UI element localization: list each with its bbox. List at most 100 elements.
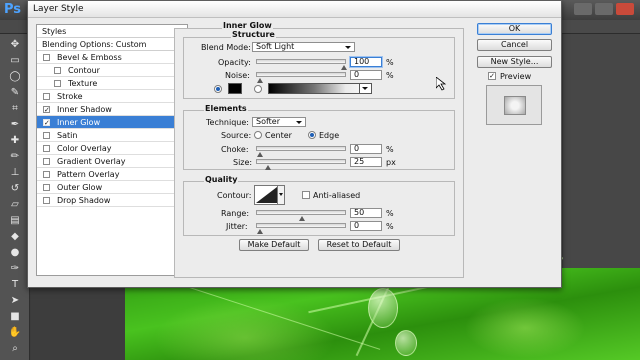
- style-checkbox[interactable]: [43, 132, 50, 139]
- style-checkbox[interactable]: [43, 54, 50, 61]
- noise-input[interactable]: 0: [350, 70, 382, 80]
- choke-slider-thumb[interactable]: [257, 152, 263, 157]
- choke-unit: %: [386, 145, 394, 154]
- choke-slider[interactable]: [256, 146, 346, 157]
- eyedropper-icon[interactable]: ✒: [6, 118, 24, 132]
- style-item-label: Stroke: [57, 92, 83, 101]
- dodge-icon[interactable]: ●: [6, 246, 24, 260]
- window-controls: [574, 3, 634, 15]
- size-slider-thumb[interactable]: [265, 165, 272, 170]
- stamp-icon[interactable]: ⊥: [6, 166, 24, 180]
- style-item-texture[interactable]: Texture: [37, 77, 187, 90]
- style-item-stroke[interactable]: Stroke: [37, 90, 187, 103]
- jitter-input[interactable]: 0: [350, 221, 382, 231]
- style-item-outer-glow[interactable]: Outer Glow: [37, 181, 187, 194]
- gradient-dropdown[interactable]: [359, 84, 371, 93]
- style-checkbox[interactable]: [54, 80, 61, 87]
- style-item-satin[interactable]: Satin: [37, 129, 187, 142]
- crop-icon[interactable]: ⌗: [6, 102, 24, 116]
- opacity-slider[interactable]: [256, 59, 347, 70]
- style-item-gradient-overlay[interactable]: Gradient Overlay: [37, 155, 187, 168]
- contour-dropdown[interactable]: [277, 186, 284, 204]
- style-item-inner-glow[interactable]: ✓ Inner Glow: [37, 116, 187, 129]
- dialog-titlebar[interactable]: Layer Style: [28, 1, 561, 18]
- zoom-icon[interactable]: ⌕: [6, 342, 24, 356]
- preview-checkbox[interactable]: ✓: [488, 72, 496, 80]
- style-checkbox[interactable]: [54, 67, 61, 74]
- technique-label: Technique:: [206, 118, 249, 127]
- lasso-icon[interactable]: ◯: [6, 70, 24, 84]
- preview-label: Preview: [500, 72, 532, 81]
- style-item-label: Outer Glow: [57, 183, 103, 192]
- source-edge-radio[interactable]: [308, 131, 316, 139]
- range-slider-thumb[interactable]: [299, 216, 305, 221]
- blend-mode-value: Soft Light: [256, 42, 295, 51]
- close-window-button[interactable]: [616, 3, 634, 15]
- anti-aliased-checkbox[interactable]: [302, 191, 310, 199]
- chevron-down-icon: [279, 193, 283, 196]
- panel-dock: [563, 34, 640, 268]
- minimize-button[interactable]: [574, 3, 592, 15]
- path-select-icon[interactable]: ➤: [6, 294, 24, 308]
- solid-color-radio[interactable]: [214, 85, 222, 93]
- style-checkbox[interactable]: [43, 158, 50, 165]
- style-checkbox[interactable]: [43, 184, 50, 191]
- style-checkbox[interactable]: ✓: [43, 119, 50, 127]
- noise-slider-thumb[interactable]: [257, 78, 263, 83]
- style-item-pattern-overlay[interactable]: Pattern Overlay: [37, 168, 187, 181]
- brush-icon[interactable]: ✏: [6, 150, 24, 164]
- layer-style-dialog: Layer Style Styles Blending Options: Cus…: [27, 0, 562, 288]
- range-input[interactable]: 50: [350, 208, 382, 218]
- range-slider[interactable]: [256, 210, 346, 221]
- style-checkbox[interactable]: [43, 145, 50, 152]
- size-slider[interactable]: [256, 159, 346, 170]
- blur-icon[interactable]: ◆: [6, 230, 24, 244]
- opacity-unit: %: [386, 58, 394, 67]
- spot-heal-icon[interactable]: ✚: [6, 134, 24, 148]
- choke-input[interactable]: 0: [350, 144, 382, 154]
- opacity-slider-thumb[interactable]: [341, 65, 347, 70]
- jitter-slider-thumb[interactable]: [257, 229, 263, 234]
- new-style-button[interactable]: New Style...: [477, 56, 552, 68]
- opacity-input[interactable]: 100: [350, 57, 382, 67]
- style-checkbox[interactable]: [43, 171, 50, 178]
- style-item-color-overlay[interactable]: Color Overlay: [37, 142, 187, 155]
- blending-options-item[interactable]: Blending Options: Custom: [37, 38, 187, 51]
- type-icon[interactable]: T: [6, 278, 24, 292]
- style-item-contour[interactable]: Contour: [37, 64, 187, 77]
- noise-slider[interactable]: [256, 72, 346, 83]
- source-label: Source:: [221, 131, 252, 140]
- glow-color-swatch[interactable]: [228, 83, 242, 94]
- blend-mode-dropdown[interactable]: Soft Light: [252, 42, 355, 52]
- jitter-slider[interactable]: [256, 223, 346, 234]
- style-item-bevel-emboss[interactable]: Bevel & Emboss: [37, 51, 187, 64]
- hand-icon[interactable]: ✋: [6, 326, 24, 340]
- marquee-icon[interactable]: ▭: [6, 54, 24, 68]
- cancel-button[interactable]: Cancel: [477, 39, 552, 51]
- gradient-icon[interactable]: ▤: [6, 214, 24, 228]
- gradient-radio[interactable]: [254, 85, 262, 93]
- gradient-picker[interactable]: [268, 83, 372, 94]
- source-center-radio[interactable]: [254, 131, 262, 139]
- style-checkbox[interactable]: ✓: [43, 106, 50, 114]
- pen-icon[interactable]: ✑: [6, 262, 24, 276]
- move-icon[interactable]: ✥: [6, 38, 24, 52]
- ok-button[interactable]: OK: [477, 23, 552, 35]
- reset-to-default-button[interactable]: Reset to Default: [318, 239, 400, 251]
- styles-header[interactable]: Styles: [37, 25, 187, 38]
- make-default-button[interactable]: Make Default: [239, 239, 309, 251]
- size-input[interactable]: 25: [350, 157, 382, 167]
- preview-thumbnail: [486, 85, 542, 125]
- style-checkbox[interactable]: [43, 93, 50, 100]
- contour-picker[interactable]: [254, 185, 285, 205]
- style-checkbox[interactable]: [43, 197, 50, 204]
- quick-select-icon[interactable]: ✎: [6, 86, 24, 100]
- history-brush-icon[interactable]: ↺: [6, 182, 24, 196]
- style-item-inner-shadow[interactable]: ✓ Inner Shadow: [37, 103, 187, 116]
- maximize-button[interactable]: [595, 3, 613, 15]
- shape-icon[interactable]: ■: [6, 310, 24, 324]
- elements-title: Elements: [204, 104, 248, 113]
- technique-dropdown[interactable]: Softer: [252, 117, 306, 127]
- style-item-drop-shadow[interactable]: Drop Shadow: [37, 194, 187, 207]
- eraser-icon[interactable]: ▱: [6, 198, 24, 212]
